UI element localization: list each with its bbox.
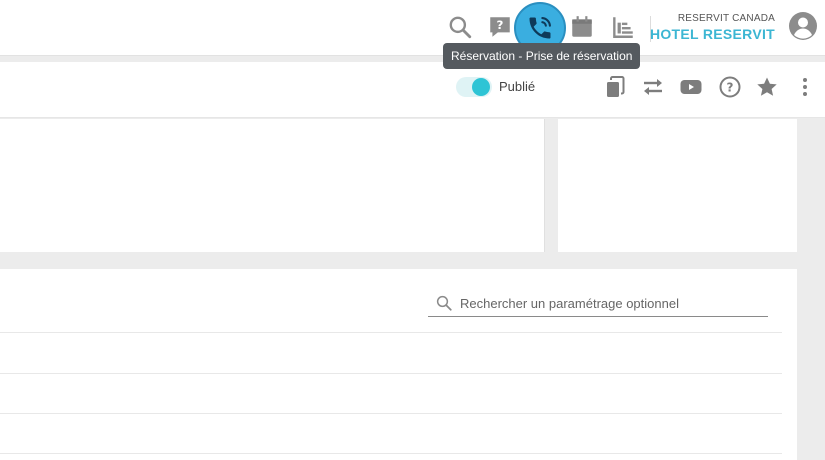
published-toggle[interactable]: [456, 77, 492, 97]
account-icon[interactable]: [788, 11, 818, 41]
calendar-icon[interactable]: [567, 12, 597, 42]
toggle-knob: [472, 78, 490, 96]
side-panel: [558, 119, 797, 252]
table-row-divider: [0, 453, 782, 454]
search-field-icon: [436, 295, 452, 311]
table-row-divider: [0, 373, 782, 374]
more-menu-icon[interactable]: [793, 74, 817, 100]
transfer-icon[interactable]: [640, 74, 666, 100]
published-label: Publié: [499, 79, 536, 94]
hotel-name[interactable]: HOTEL RESERVIT: [650, 26, 775, 42]
stats-icon[interactable]: [608, 12, 638, 42]
top-bar: ? RESERVIT CANADA HOTEL RESERVIT: [0, 0, 825, 56]
help-icon[interactable]: ?: [717, 74, 743, 100]
copy-icon[interactable]: [602, 74, 628, 100]
youtube-icon[interactable]: [678, 74, 704, 100]
svg-text:?: ?: [727, 81, 734, 95]
company-name: RESERVIT CANADA: [677, 13, 775, 24]
search-icon[interactable]: [445, 12, 475, 42]
svg-text:?: ?: [497, 18, 504, 32]
option-search-input[interactable]: [460, 293, 760, 313]
favorite-star-icon[interactable]: [754, 74, 780, 100]
table-row-divider: [0, 413, 782, 414]
tooltip: Réservation - Prise de réservation: [443, 43, 641, 69]
option-search: [428, 290, 768, 317]
help-chat-icon[interactable]: ?: [485, 12, 515, 42]
table-row-divider: [0, 332, 782, 333]
main-panel: [0, 119, 545, 252]
